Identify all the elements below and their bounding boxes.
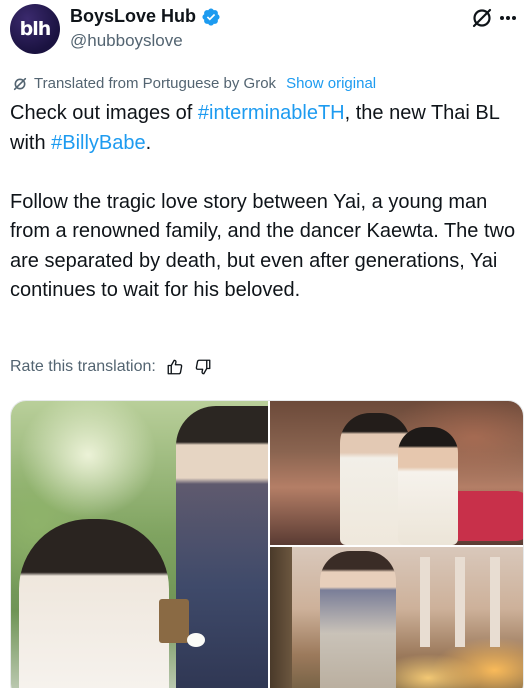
photo-flower bbox=[187, 633, 205, 647]
photo-figure bbox=[320, 551, 396, 688]
photo-pillar bbox=[490, 557, 500, 647]
photo-figure bbox=[19, 519, 169, 688]
thumbs-up-icon[interactable] bbox=[166, 358, 184, 376]
photo-figure bbox=[398, 427, 458, 545]
tweet-text-segment: . bbox=[145, 131, 152, 154]
user-handle[interactable]: @hubboyslove bbox=[70, 31, 183, 51]
photo-tree bbox=[270, 547, 292, 688]
translation-notice: Translated from Portuguese by Grok Show … bbox=[12, 75, 376, 92]
grok-icon[interactable] bbox=[470, 6, 494, 30]
tweet-text: Check out images of #interminableTH, the… bbox=[10, 99, 520, 306]
hashtag-link[interactable]: #interminableTH bbox=[198, 102, 345, 124]
photo-pillar bbox=[455, 557, 465, 647]
avatar[interactable]: blh bbox=[10, 4, 60, 54]
hashtag-link[interactable]: #BillyBabe bbox=[51, 132, 146, 154]
tweet-paragraph-1: Check out images of #interminableTH, the… bbox=[10, 99, 520, 158]
tweet-header: blh BoysLove Hub @hubboyslove bbox=[10, 2, 518, 58]
translation-notice-text: Translated from Portuguese by Grok bbox=[34, 75, 277, 92]
thumbs-down-icon[interactable] bbox=[194, 358, 212, 376]
grok-small-icon bbox=[13, 77, 27, 90]
name-row: BoysLove Hub bbox=[70, 6, 221, 27]
media-grid bbox=[10, 400, 524, 688]
photo-book bbox=[159, 599, 189, 643]
tweet-paragraph-2: Follow the tragic love story between Yai… bbox=[10, 190, 516, 302]
avatar-logo-text: blh bbox=[19, 18, 52, 40]
show-original-link[interactable]: Show original bbox=[286, 75, 376, 92]
photo-1[interactable] bbox=[11, 401, 268, 688]
rate-translation-label: Rate this translation: bbox=[10, 358, 156, 375]
tweet-text-segment: Check out images of bbox=[10, 102, 198, 124]
rate-translation: Rate this translation: bbox=[10, 358, 212, 376]
display-name[interactable]: BoysLove Hub bbox=[70, 6, 196, 27]
verified-badge-icon bbox=[202, 7, 220, 26]
more-options-icon[interactable] bbox=[498, 6, 518, 30]
photo-2[interactable] bbox=[270, 401, 523, 545]
photo-pillar bbox=[420, 557, 430, 647]
photo-3[interactable] bbox=[270, 547, 523, 688]
